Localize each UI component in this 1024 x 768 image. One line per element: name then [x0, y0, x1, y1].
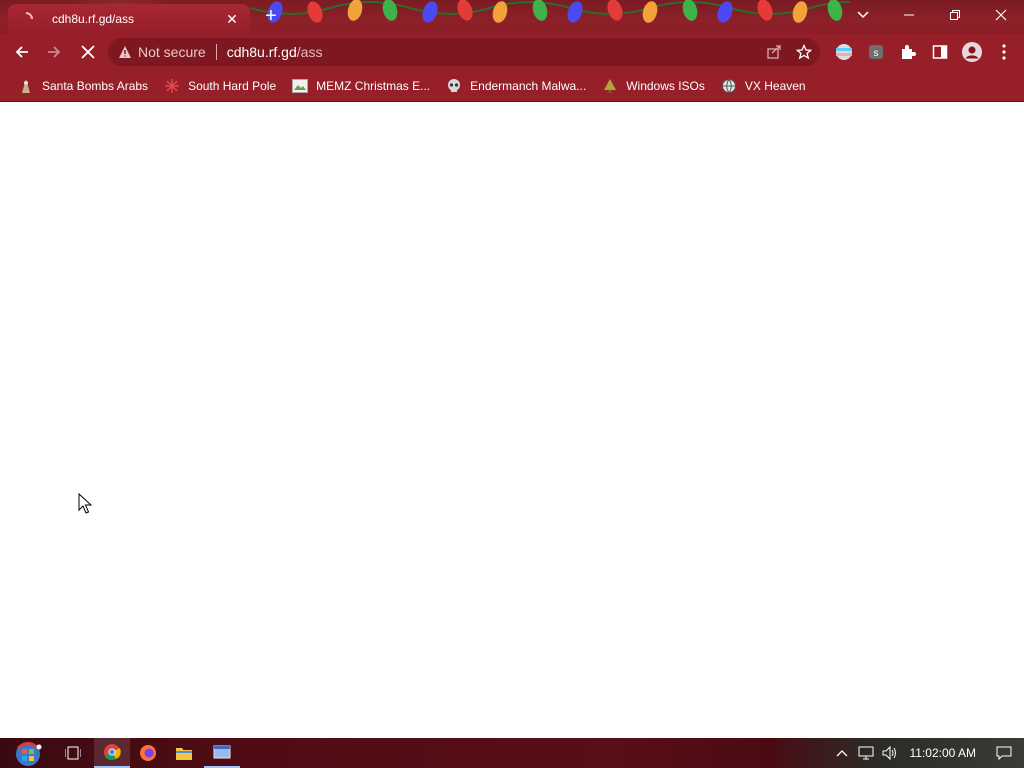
browser-window: cdh8u.rf.gd/ass ✕ + Not secure cdh8u.rf.… — [0, 0, 1024, 768]
minimize-button[interactable] — [886, 0, 932, 30]
action-center-button[interactable] — [984, 738, 1024, 768]
page-content[interactable] — [0, 103, 1024, 738]
windows-logo-icon — [16, 742, 42, 766]
arrow-left-icon — [15, 46, 28, 58]
firefox-icon — [140, 745, 156, 761]
show-hidden-icons-button[interactable] — [830, 738, 854, 768]
taskbar-file-explorer[interactable] — [168, 738, 200, 768]
close-icon — [995, 9, 1007, 21]
bookmark-label: VX Heaven — [744, 78, 806, 93]
url-host: cdh8u.rf.gd — [226, 44, 297, 60]
toolbar: Not secure cdh8u.rf.gd/ass s — [0, 34, 1024, 70]
minimize-icon — [904, 14, 914, 16]
system-tray: 11:02:00 AM — [830, 738, 1024, 768]
task-view-button[interactable] — [58, 738, 88, 768]
restore-icon — [950, 10, 960, 20]
mouse-pointer-icon — [78, 492, 93, 520]
taskbar-chrome[interactable] — [94, 738, 130, 768]
folder-icon — [176, 748, 192, 760]
extensions-area: s — [828, 38, 1020, 66]
bookmark-item[interactable]: Windows ISOs — [594, 73, 713, 99]
santa-icon — [18, 78, 34, 94]
bookmark-label: Windows ISOs — [626, 78, 705, 93]
speaker-icon — [882, 746, 896, 760]
task-view-icon — [65, 746, 81, 760]
bookmark-label: Endermanch Malwa... — [470, 78, 587, 93]
star-icon[interactable] — [796, 44, 812, 60]
globe-icon — [721, 78, 737, 94]
chevron-down-icon — [857, 11, 869, 19]
tree-icon — [602, 78, 618, 94]
forward-button[interactable] — [40, 38, 68, 66]
bookmark-label: South Hard Pole — [188, 78, 277, 93]
url-text[interactable]: cdh8u.rf.gd/ass — [227, 44, 323, 60]
arrow-right-icon — [48, 46, 61, 58]
close-window-button[interactable] — [978, 0, 1024, 30]
clock[interactable]: 11:02:00 AM — [902, 746, 985, 760]
close-icon[interactable]: ✕ — [224, 11, 240, 27]
chevron-up-icon — [836, 750, 847, 757]
security-label: Not secure — [138, 44, 206, 60]
bookmark-item[interactable]: Endermanch Malwa... — [438, 73, 594, 99]
bookmark-label: MEMZ Christmas E... — [316, 78, 431, 93]
stop-icon — [81, 45, 95, 59]
christmas-lights-theme — [250, 0, 850, 34]
taskbar-app[interactable] — [204, 738, 240, 768]
bookmarks-bar: Santa Bombs Arabs South Hard Pole MEMZ C… — [0, 70, 1024, 102]
bookmark-item[interactable]: South Hard Pole — [156, 73, 284, 99]
puzzle-icon[interactable] — [892, 38, 924, 66]
title-bar: cdh8u.rf.gd/ass ✕ + — [0, 0, 1024, 34]
taskbar-firefox[interactable] — [132, 738, 164, 768]
new-tab-button[interactable]: + — [262, 6, 280, 26]
menu-kebab-icon[interactable] — [988, 38, 1020, 66]
bookmark-item[interactable]: VX Heaven — [713, 73, 814, 99]
address-bar[interactable]: Not secure cdh8u.rf.gd/ass — [108, 38, 820, 66]
network-button[interactable] — [854, 738, 878, 768]
snowflake-icon — [164, 78, 180, 94]
tab-search-button[interactable] — [840, 0, 886, 30]
chrome-icon — [104, 744, 121, 761]
profile-icon[interactable] — [956, 38, 988, 66]
tab-title: cdh8u.rf.gd/ass — [52, 12, 135, 26]
bookmark-item[interactable]: Santa Bombs Arabs — [10, 73, 156, 99]
notification-icon — [996, 746, 1012, 760]
url-path: /ass — [296, 44, 323, 60]
security-chip[interactable]: Not secure — [118, 44, 206, 60]
back-button[interactable] — [8, 38, 36, 66]
extension-s-icon[interactable]: s — [860, 38, 892, 66]
share-icon[interactable] — [766, 44, 782, 60]
loading-favicon-icon — [18, 11, 34, 27]
extension-flag-icon[interactable] — [828, 38, 860, 66]
side-panel-icon[interactable] — [924, 38, 956, 66]
skull-icon — [446, 78, 462, 94]
omnibox-divider — [215, 44, 217, 60]
volume-button[interactable] — [878, 738, 902, 768]
image-icon — [292, 78, 309, 94]
start-button[interactable] — [4, 738, 52, 768]
window-app-icon — [213, 745, 231, 759]
bookmark-label: Santa Bombs Arabs — [42, 78, 149, 93]
stop-button[interactable] — [74, 38, 102, 66]
svg-text:s: s — [874, 48, 879, 59]
network-icon — [858, 746, 873, 760]
bookmark-item[interactable]: MEMZ Christmas E... — [284, 73, 438, 99]
warning-icon — [119, 46, 131, 58]
active-tab[interactable]: cdh8u.rf.gd/ass ✕ — [8, 4, 250, 34]
taskbar: 11:02:00 AM — [0, 738, 1024, 768]
restore-button[interactable] — [932, 0, 978, 30]
